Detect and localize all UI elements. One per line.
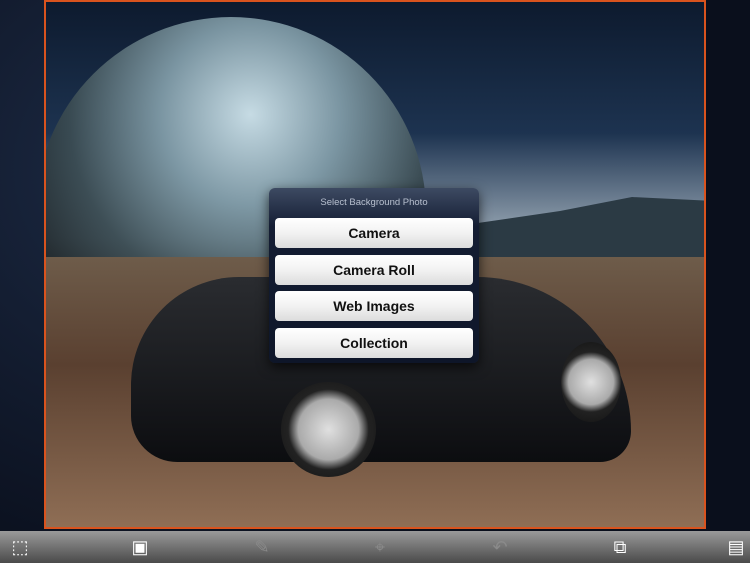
bottom-toolbar: ⬚ ▣ ✎ ⌖ ↶ ⧉ ▤ xyxy=(0,531,750,563)
crop-select-icon[interactable]: ⬚ xyxy=(8,535,32,559)
swap-layers-icon[interactable]: ⧉ xyxy=(608,535,632,559)
collection-button[interactable]: Collection xyxy=(275,327,473,358)
tools-icon[interactable]: ✎ xyxy=(250,535,274,559)
web-images-button[interactable]: Web Images xyxy=(275,291,473,321)
camera-button[interactable]: Camera xyxy=(275,218,473,248)
add-photo-icon[interactable]: ▣ xyxy=(128,535,152,559)
zoom-icon[interactable]: ⌖ xyxy=(368,535,392,559)
undo-icon[interactable]: ↶ xyxy=(488,535,512,559)
select-background-popover: Select Background Photo Camera Camera Ro… xyxy=(269,188,479,363)
rear-wheel xyxy=(561,342,621,422)
popover-title: Select Background Photo xyxy=(320,197,428,208)
front-wheel xyxy=(281,382,376,477)
save-icon[interactable]: ▤ xyxy=(724,535,748,559)
camera-roll-button[interactable]: Camera Roll xyxy=(275,254,473,285)
